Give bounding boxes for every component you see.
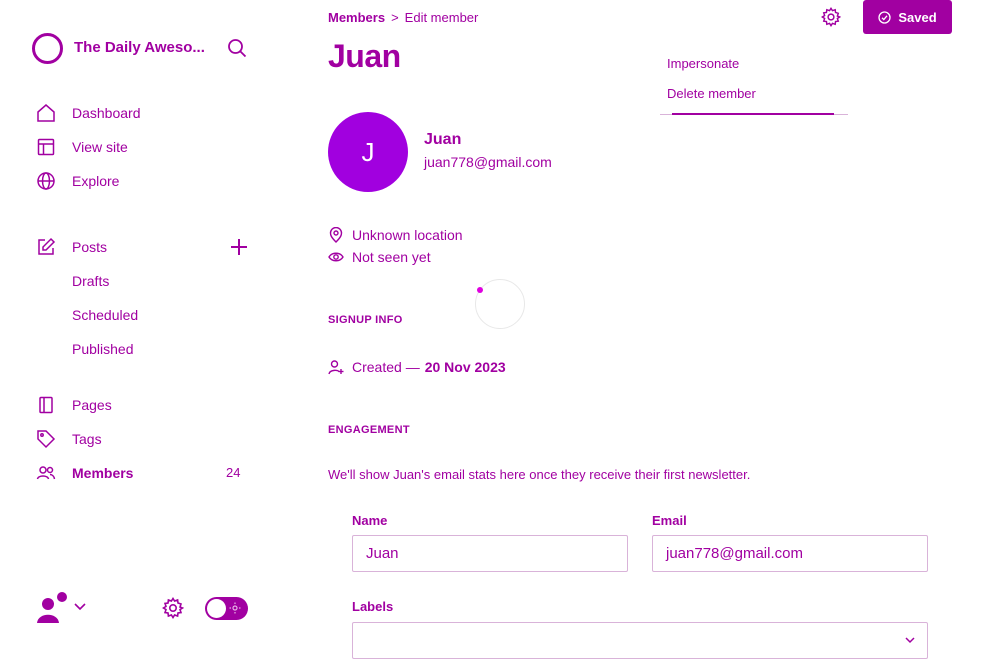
sidebar-item-posts[interactable]: Posts [36,236,107,258]
engagement-heading: ENGAGEMENT [328,424,410,436]
name-label: Name [352,513,388,528]
brand-logo[interactable] [32,33,63,64]
members-count: 24 [226,465,241,480]
member-last-seen: Not seen yet [328,249,431,265]
sidebar-item-scheduled[interactable]: Scheduled [72,307,138,323]
spinner-dot [477,287,483,293]
user-avatar[interactable] [36,592,70,624]
location-text: Unknown location [352,227,463,243]
delete-member-menu-item[interactable]: Delete member [667,86,756,101]
email-label: Email [652,513,687,528]
menu-underline [672,113,834,115]
member-actions-menu [660,44,848,116]
eye-icon [328,249,344,265]
saved-button[interactable]: Saved [863,0,952,34]
email-input[interactable]: juan778@gmail.com [652,535,928,572]
edit-icon [36,237,56,257]
sidebar-item-label: Posts [72,239,108,255]
pages-icon [36,395,56,415]
labels-chevron-down-icon[interactable] [904,634,916,646]
tag-icon [36,429,56,449]
sidebar-item-label: Tags [72,431,102,447]
toggle-knob [207,599,226,618]
engagement-text: We'll show Juan's email stats here once … [328,467,751,482]
sidebar-item-explore[interactable]: Explore [36,170,119,192]
sidebar-item-tags[interactable]: Tags [36,428,102,450]
member-email: juan778@gmail.com [424,154,552,170]
saved-label: Saved [898,9,937,25]
signup-created: Created — 20 Nov 2023 [328,359,506,375]
globe-icon [36,171,56,191]
created-prefix: Created — [352,359,420,375]
sidebar-item-label: Members [72,465,134,481]
breadcrumb-separator: > [391,10,399,25]
member-avatar: J [328,112,408,192]
layout-icon [36,137,56,157]
members-icon [36,463,56,483]
location-pin-icon [328,227,344,243]
loading-spinner [475,279,525,329]
member-actions-gear-icon[interactable] [821,7,841,27]
signup-info-heading: SIGNUP INFO [328,314,403,326]
sidebar-item-drafts[interactable]: Drafts [72,273,109,289]
check-circle-icon [878,10,891,24]
member-location: Unknown location [328,227,463,243]
sidebar-item-members[interactable]: Members [36,462,133,484]
brand-name[interactable]: The Daily Aweso... [74,39,205,56]
user-add-icon [328,359,344,375]
settings-gear-icon[interactable] [162,597,184,619]
sidebar-item-label: Pages [72,397,112,413]
name-input[interactable]: Juan [352,535,628,572]
sidebar-item-view-site[interactable]: View site [36,136,128,158]
created-date: 20 Nov 2023 [424,359,506,375]
last-seen-text: Not seen yet [352,249,431,265]
plus-icon[interactable] [229,237,249,257]
sidebar-item-label: Dashboard [72,105,141,121]
impersonate-menu-item[interactable]: Impersonate [667,56,739,71]
breadcrumb-parent[interactable]: Members [328,10,385,25]
chevron-down-icon[interactable] [73,600,87,614]
sun-icon [229,602,241,614]
sidebar-item-pages[interactable]: Pages [36,394,112,416]
breadcrumb-current: Edit member [404,10,479,25]
breadcrumb: Members > Edit member [328,10,478,25]
sidebar-item-dashboard[interactable]: Dashboard [36,102,141,124]
labels-label: Labels [352,599,394,614]
member-name: Juan [424,131,462,148]
sidebar-item-published[interactable]: Published [72,341,134,357]
home-icon [36,103,56,123]
page-title: Juan [328,38,401,74]
search-icon[interactable] [227,38,247,58]
sidebar-item-label: View site [72,139,128,155]
labels-select[interactable] [352,622,928,659]
sidebar-item-label: Explore [72,173,120,189]
